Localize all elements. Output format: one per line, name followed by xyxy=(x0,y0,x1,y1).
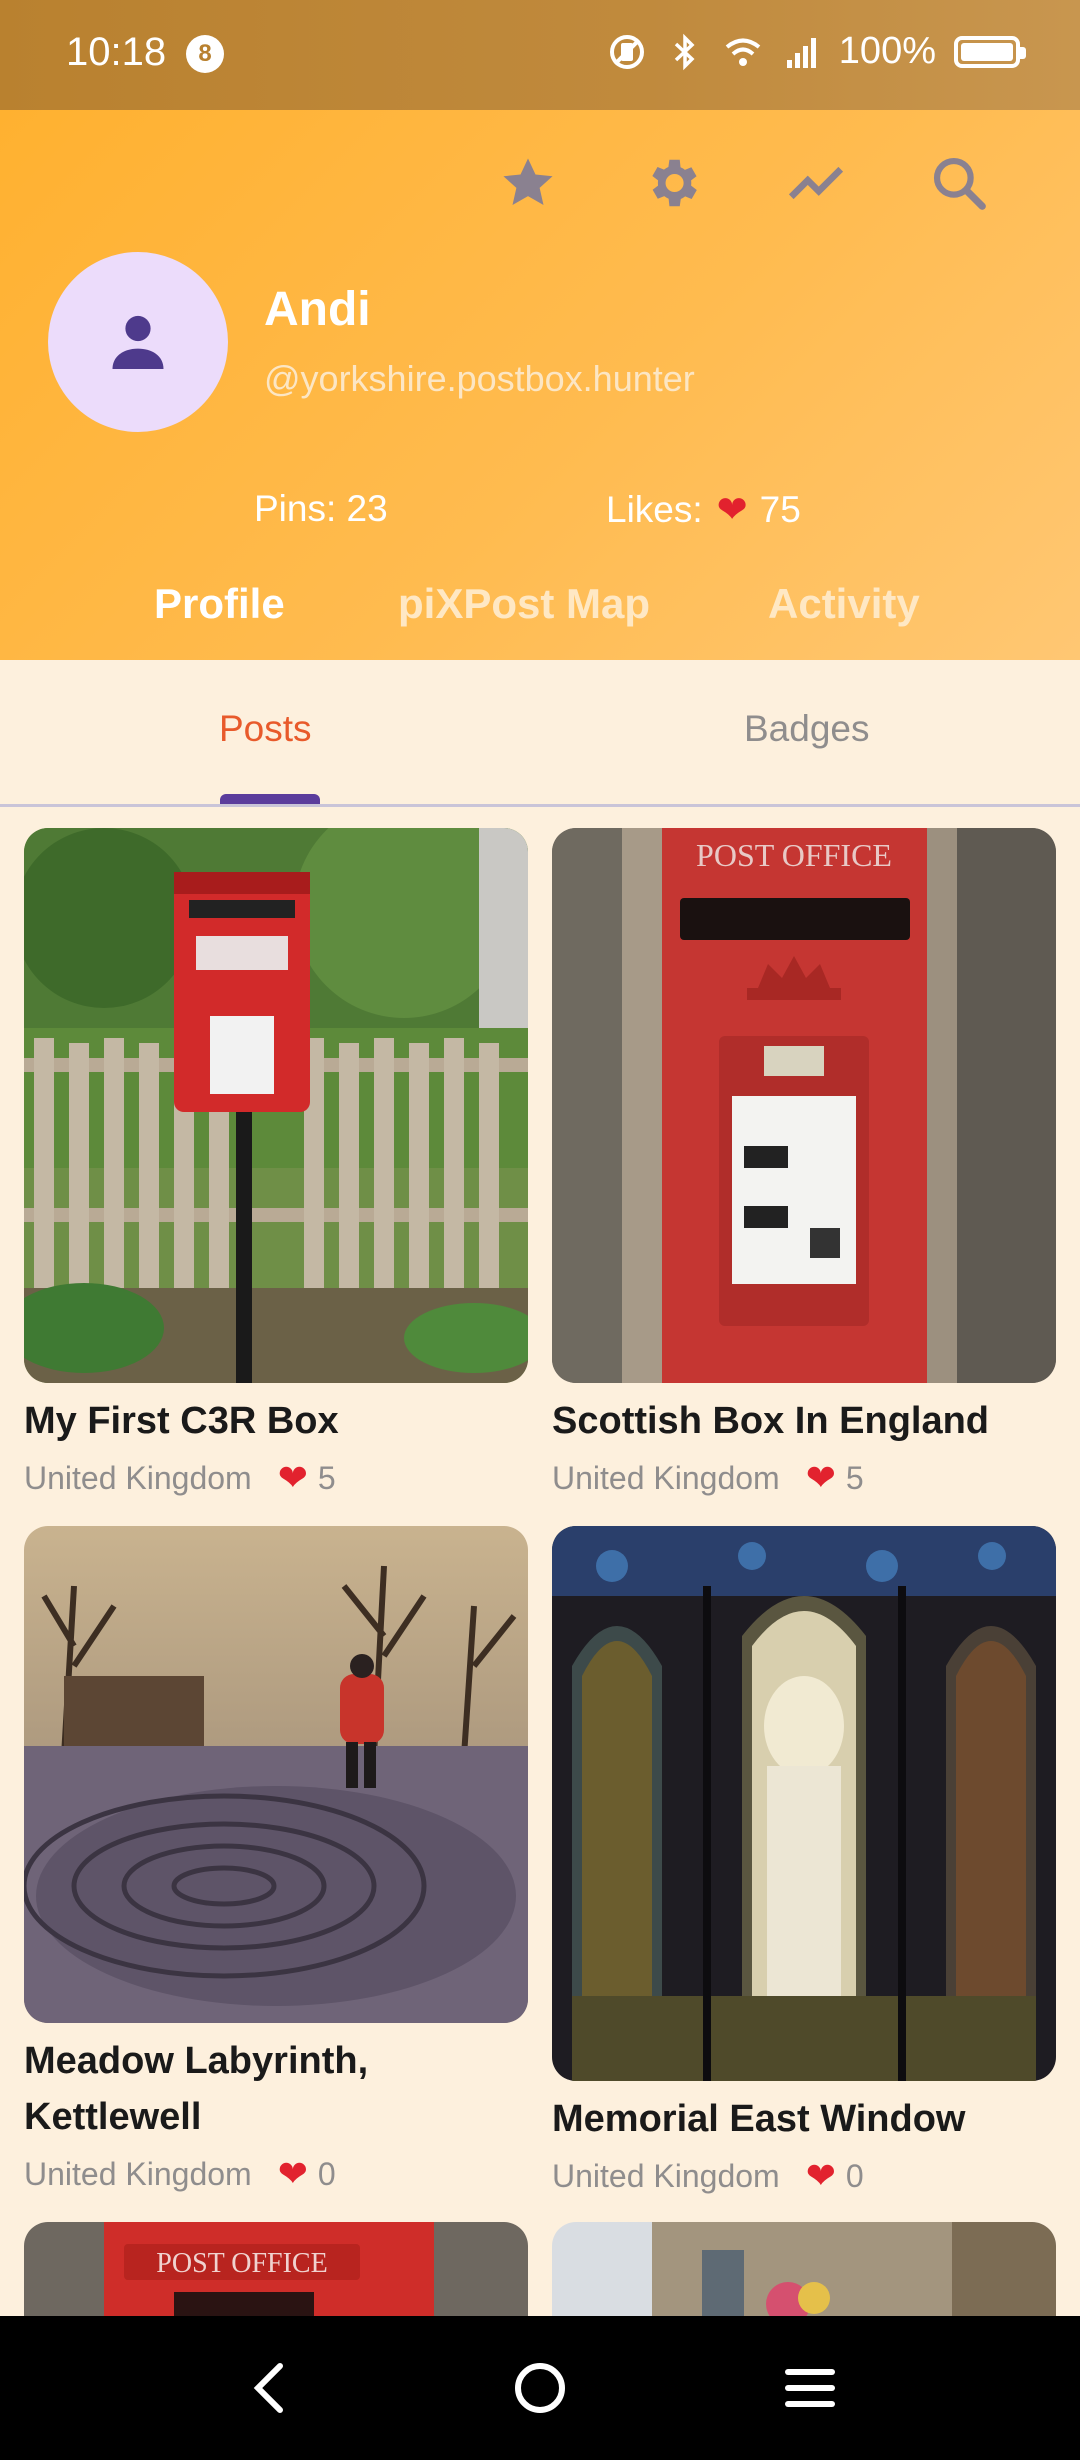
post-card[interactable]: My First C3R Box United Kingdom ❤ 5 xyxy=(24,828,528,1499)
post-image[interactable] xyxy=(552,1526,1056,2081)
tab-badges[interactable]: Badges xyxy=(744,708,870,750)
status-icons: 100% xyxy=(607,30,1026,73)
person-icon xyxy=(112,315,164,369)
back-icon[interactable] xyxy=(238,2356,302,2420)
tab-indicator xyxy=(220,794,320,804)
trending-icon[interactable] xyxy=(781,148,851,218)
likes-value: 75 xyxy=(759,488,801,530)
vibrate-icon xyxy=(609,34,644,69)
home-icon[interactable] xyxy=(508,2356,572,2420)
post-image[interactable] xyxy=(552,2222,1056,2316)
star-icon[interactable] xyxy=(493,148,563,218)
user-name: Andi xyxy=(264,283,371,336)
post-country: United Kingdom xyxy=(24,1459,252,1496)
heart-icon[interactable]: ❤ xyxy=(806,1457,836,1499)
post-title: My First C3R Box xyxy=(24,1400,339,1442)
bluetooth-icon xyxy=(674,33,695,70)
post-country: United Kingdom xyxy=(552,2157,780,2194)
post-image[interactable] xyxy=(24,1526,528,2023)
post-meta: United Kingdom ❤ 0 xyxy=(24,2153,528,2195)
notification-count-badge: 8 xyxy=(186,35,224,73)
post-title: Memorial East Window xyxy=(552,2098,966,2140)
post-title: Scottish Box In England xyxy=(552,1400,990,1442)
heart-icon[interactable]: ❤ xyxy=(806,2155,836,2197)
post-image[interactable]: POST OFFICE xyxy=(24,2222,528,2316)
content-tabs: Posts Badges xyxy=(0,660,1080,807)
signal-icon xyxy=(786,37,816,68)
tab-activity[interactable]: Activity xyxy=(768,580,920,628)
post-card[interactable]: Meadow Labyrinth, Kettlewell United King… xyxy=(24,1526,528,2195)
post-country: United Kingdom xyxy=(552,1459,780,1496)
post-image[interactable]: POST OFFICE xyxy=(552,828,1056,1383)
pins-count: Pins: 23 xyxy=(254,488,388,529)
post-meta: United Kingdom ❤ 5 xyxy=(24,1457,528,1499)
tab-pixpost-map[interactable]: piXPost Map xyxy=(398,580,650,628)
battery-icon xyxy=(954,35,1026,68)
post-image[interactable] xyxy=(24,828,528,1383)
avatar[interactable] xyxy=(48,252,228,432)
heart-icon[interactable]: ❤ xyxy=(278,2153,308,2195)
post-likes: 0 xyxy=(845,2157,864,2194)
heart-icon: ❤ xyxy=(716,489,748,530)
post-office-text: POST OFFICE xyxy=(696,837,892,873)
likes-count: Likes: ❤ 75 xyxy=(606,488,801,531)
post-card[interactable]: POST OFFICE Scottish Box In England Unit… xyxy=(552,828,1056,1499)
menu-icon[interactable] xyxy=(778,2356,842,2420)
likes-label: Likes: xyxy=(606,488,703,530)
post-likes: 5 xyxy=(845,1459,864,1496)
system-nav-bar xyxy=(0,2316,1080,2460)
gear-icon[interactable] xyxy=(637,148,707,218)
battery-percent: 100% xyxy=(838,30,936,72)
wifi-icon xyxy=(725,38,761,66)
status-time: 10:18 xyxy=(66,30,167,74)
post-country: United Kingdom xyxy=(24,2155,252,2192)
post-likes: 0 xyxy=(317,2155,336,2192)
post-office-text: POST OFFICE xyxy=(156,2248,327,2279)
post-meta: United Kingdom ❤ 5 xyxy=(552,1457,1056,1499)
search-icon[interactable] xyxy=(924,148,994,218)
post-card[interactable]: Memorial East Window United Kingdom ❤ 0 xyxy=(552,1526,1056,2197)
status-bar: 10:18 8 100% xyxy=(0,0,1080,110)
post-likes: 5 xyxy=(317,1459,336,1496)
user-handle: @yorkshire.postbox.hunter xyxy=(264,358,695,399)
tab-posts[interactable]: Posts xyxy=(219,708,312,750)
tab-profile[interactable]: Profile xyxy=(154,580,285,628)
post-title: Meadow Labyrinth, Kettlewell xyxy=(24,2040,369,2138)
post-meta: United Kingdom ❤ 0 xyxy=(552,2155,1056,2197)
heart-icon[interactable]: ❤ xyxy=(278,1457,308,1499)
profile-header: Andi @yorkshire.postbox.hunter Pins: 23 … xyxy=(0,110,1080,660)
